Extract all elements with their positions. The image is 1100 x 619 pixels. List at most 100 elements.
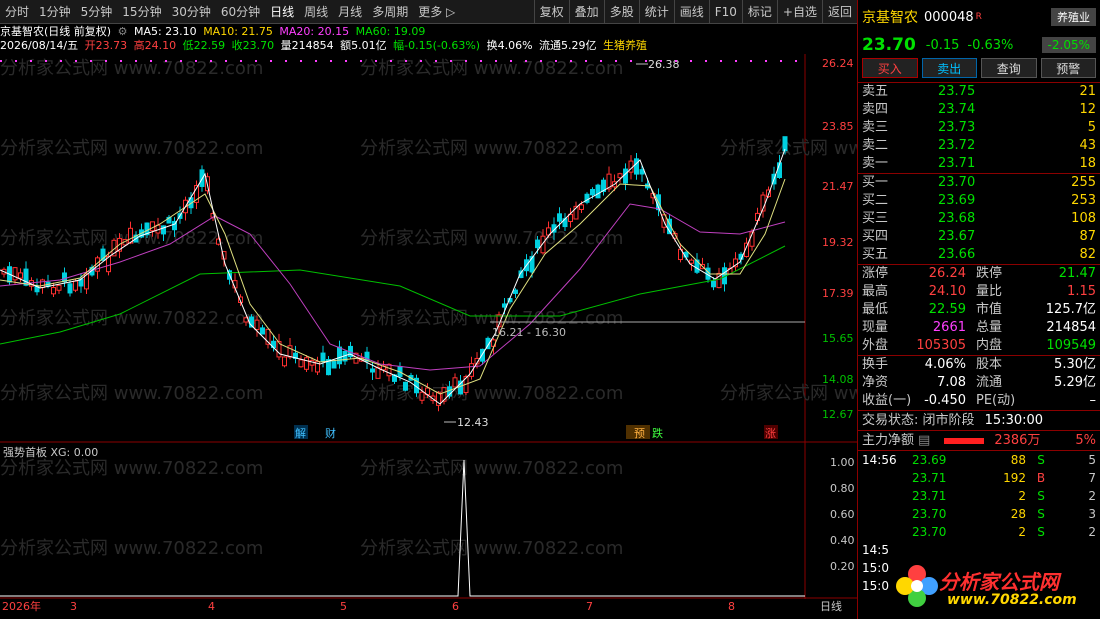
price-tick: 23.85 — [822, 120, 854, 133]
alert-button[interactable]: 预警 — [1040, 58, 1096, 78]
buy-button[interactable]: 买入 — [862, 58, 918, 78]
statistics-button[interactable]: 统计 — [638, 0, 674, 24]
bid-label: 买四 — [862, 229, 889, 244]
main-flow-value: 2386万 — [994, 432, 1041, 448]
tick-dir: S — [1037, 507, 1045, 521]
tick-dir: S — [1037, 525, 1045, 539]
tab-1min[interactable]: 1分钟 — [34, 0, 76, 24]
query-button[interactable]: 查询 — [981, 58, 1037, 78]
watermark: 分析家公式网 www.70822.com 分析家公式网 www.70822.co… — [0, 58, 857, 559]
trade-status-label: 交易状态: 闭市阶段 — [862, 413, 975, 428]
add-watchlist-button[interactable]: +自选 — [776, 0, 822, 24]
stock-terminal-window: 分时 1分钟 5分钟 15分钟 30分钟 60分钟 日线 周线 月线 多周期 更… — [0, 0, 1100, 619]
xg-signal-line — [0, 459, 805, 597]
watermark-text: 分析家公式网 www.70822.com — [360, 383, 623, 404]
candle-body — [320, 352, 326, 362]
stat-key: 股本 — [976, 357, 1003, 372]
tick-price: 23.70 — [912, 525, 947, 539]
watermark-text: 分析家公式网 www.70822.com — [360, 538, 623, 559]
watermark-text: 分析家公式网 www.70822.com — [720, 383, 857, 404]
tab-60min[interactable]: 60分钟 — [216, 0, 265, 24]
event-marks: 解 财 预 跌 涨 — [294, 425, 778, 440]
candle-body — [40, 279, 45, 289]
candle-body — [419, 391, 425, 401]
overlay-button[interactable]: 叠加 — [568, 0, 604, 24]
tick-row: 23.70 28 S 3 — [858, 505, 1100, 523]
stat-key: PE(动) — [976, 393, 1016, 408]
site-logo: 分析家公式网 www.70822.com — [893, 560, 1098, 616]
tick-vol: 192 — [1003, 471, 1026, 485]
mark-button[interactable]: 标记 — [741, 0, 777, 24]
tick-count: 3 — [1088, 507, 1096, 521]
tab-intraday[interactable]: 分时 — [0, 0, 34, 24]
ask-vol: 18 — [1079, 156, 1096, 171]
adjust-button[interactable]: 复权 — [533, 0, 569, 24]
stat-key: 流通 — [976, 375, 1003, 390]
candle-body — [370, 368, 375, 373]
stat-row: 外盘 105305 内盘 109549 — [858, 337, 1100, 355]
ask-vol: 21 — [1079, 84, 1096, 99]
indicator-tick: 0.40 — [830, 534, 855, 547]
tab-5min[interactable]: 5分钟 — [76, 0, 118, 24]
bid-row: 买三 23.68 108 — [858, 210, 1100, 228]
stat-row: 现量 2661 总量 214854 — [858, 319, 1100, 337]
stat-value: 214854 — [1046, 320, 1096, 335]
event-mark-down[interactable]: 跌 — [652, 426, 663, 440]
stock-code: 000048 — [924, 9, 974, 25]
ask-row: 卖四 23.74 12 — [858, 101, 1100, 119]
price-axis: 26.24 23.85 21.47 19.32 17.39 15.65 14.0… — [822, 57, 854, 421]
trade-buttons: 买入 卖出 查询 预警 — [858, 56, 1100, 82]
bid-price: 23.68 — [938, 211, 976, 226]
multi-stock-button[interactable]: 多股 — [603, 0, 639, 24]
candle-body — [150, 221, 155, 232]
tab-more[interactable]: 更多 ▷ — [413, 0, 460, 24]
tab-monthly[interactable]: 月线 — [333, 0, 367, 24]
tab-weekly[interactable]: 周线 — [299, 0, 333, 24]
date-tick: 2026年 — [2, 599, 41, 613]
kline-chart[interactable]: 分析家公式网 www.70822.com 分析家公式网 www.70822.co… — [0, 24, 857, 619]
event-mark-unlock[interactable]: 解 — [295, 426, 306, 440]
ask-label: 卖三 — [862, 120, 889, 135]
stat-key: 总量 — [976, 320, 1003, 335]
main-flow-label: 主力净额 — [862, 432, 915, 448]
tick-time: 14:56 — [862, 453, 897, 467]
ask-book: 卖五 23.75 21 卖四 23.74 12 卖三 23.73 5 卖二 23.72 43 卖… — [858, 82, 1100, 173]
sector-badge[interactable]: 养殖业 — [1051, 8, 1096, 26]
candle-body — [331, 361, 337, 369]
trade-status-time: 15:30:00 — [984, 413, 1044, 428]
ask-vol: 5 — [1087, 120, 1096, 135]
event-mark-up[interactable]: 涨 — [765, 427, 776, 440]
price-change: -0.15 — [925, 37, 960, 53]
back-button[interactable]: 返回 — [821, 0, 857, 24]
logo-url: www.70822.com — [947, 592, 1077, 608]
candle-body — [260, 327, 265, 335]
period-label: 日线 — [820, 599, 842, 613]
bid-price: 23.69 — [938, 193, 976, 208]
f10-button[interactable]: F10 — [708, 0, 742, 24]
event-mark-report[interactable]: 财 — [325, 426, 336, 440]
list-icon[interactable]: ▤ — [918, 431, 930, 451]
tab-15min[interactable]: 15分钟 — [117, 0, 166, 24]
tick-row: 23.70 2 S 2 — [858, 523, 1100, 541]
ask-price: 23.72 — [938, 138, 976, 153]
candle-body — [711, 280, 716, 288]
bid-row: 买二 23.69 253 — [858, 192, 1100, 210]
tab-multi-period[interactable]: 多周期 — [367, 0, 413, 24]
bid-book: 买一 23.70 255 买二 23.69 253 买三 23.68 108 买四 23.67… — [858, 173, 1100, 264]
candle-body — [18, 272, 23, 279]
price-tick: 19.32 — [822, 236, 854, 249]
tab-daily[interactable]: 日线 — [265, 0, 299, 24]
tick-row: 14:5 — [858, 541, 1100, 559]
stat-key: 市值 — [976, 302, 1003, 317]
tab-30min[interactable]: 30分钟 — [167, 0, 216, 24]
sell-button[interactable]: 卖出 — [921, 58, 977, 78]
main-flow-row[interactable]: 主力净额 ▤ 2386万 5% — [858, 430, 1100, 450]
price-row: 23.70 -0.15 -0.63% -2.05% — [858, 34, 1100, 56]
event-mark-forecast[interactable]: 预 — [634, 427, 645, 440]
watermark-text: 分析家公式网 www.70822.com — [0, 458, 263, 479]
draw-line-button[interactable]: 画线 — [673, 0, 709, 24]
ask-price: 23.75 — [938, 84, 976, 99]
stat-key: 收益(一) — [862, 393, 912, 408]
ask-price: 23.71 — [938, 156, 976, 171]
candle-body — [298, 359, 304, 368]
